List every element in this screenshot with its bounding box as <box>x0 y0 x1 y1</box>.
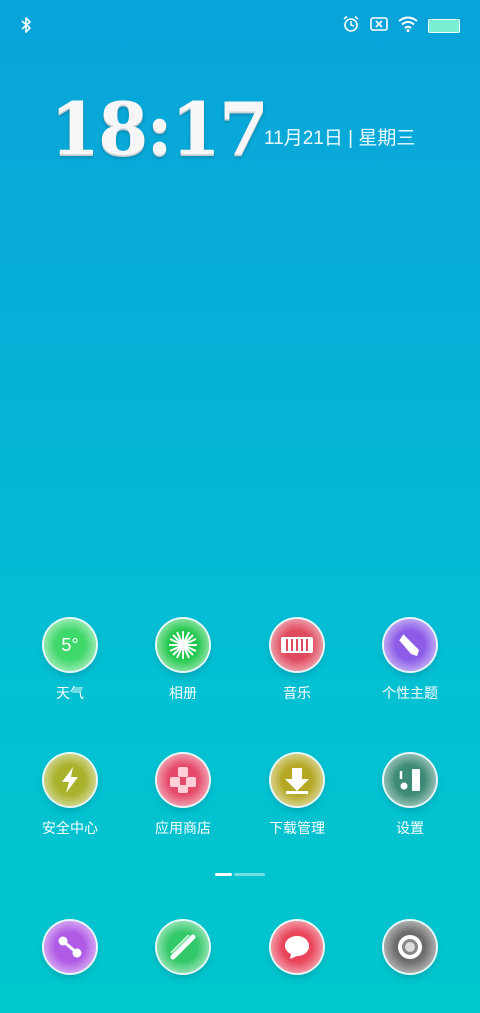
app-security[interactable]: 安全中心 <box>15 754 125 838</box>
clock-time: 18:17 <box>50 86 269 171</box>
settings-icon <box>384 754 436 806</box>
share-icon <box>44 921 96 973</box>
app-weather[interactable]: 5° 天气 <box>15 619 125 703</box>
dock-share[interactable] <box>15 921 125 973</box>
page-dot <box>234 873 265 876</box>
download-icon <box>271 754 323 806</box>
app-label: 安全中心 <box>42 820 98 836</box>
page-dot-active <box>215 873 232 876</box>
bluetooth-icon <box>20 16 32 38</box>
music-icon <box>271 619 323 671</box>
dock-messages[interactable] <box>242 921 352 973</box>
weather-icon: 5° <box>44 619 96 671</box>
dock-browser[interactable] <box>128 921 238 973</box>
app-gallery[interactable]: 相册 <box>128 619 238 703</box>
app-store[interactable]: 应用商店 <box>128 754 238 838</box>
app-label: 天气 <box>56 685 84 701</box>
app-label: 下载管理 <box>269 820 325 836</box>
camera-icon <box>384 921 436 973</box>
clock-date: 11月21日 | 星期三 <box>264 128 416 149</box>
weather-temp: 5° <box>61 634 79 655</box>
app-store-icon <box>157 754 209 806</box>
gallery-icon <box>157 619 209 671</box>
alarm-icon <box>342 15 360 37</box>
app-theme[interactable]: 个性主题 <box>355 619 465 703</box>
clock-widget[interactable]: 18:17 11月21日 | 星期三 <box>50 86 470 176</box>
no-sim-icon <box>370 16 388 36</box>
app-settings[interactable]: 设置 <box>355 754 465 838</box>
security-icon <box>44 754 96 806</box>
browser-icon <box>157 921 209 973</box>
app-download[interactable]: 下载管理 <box>242 754 352 838</box>
message-icon <box>271 921 323 973</box>
status-bar <box>0 0 480 52</box>
app-label: 音乐 <box>283 685 311 701</box>
page-indicator[interactable] <box>215 873 265 877</box>
app-label: 个性主题 <box>382 685 438 701</box>
app-label: 设置 <box>396 820 424 836</box>
theme-icon <box>384 619 436 671</box>
dock-camera[interactable] <box>355 921 465 973</box>
app-label: 应用商店 <box>155 820 211 836</box>
battery-icon <box>428 19 460 33</box>
wifi-icon <box>398 16 418 36</box>
app-music[interactable]: 音乐 <box>242 619 352 703</box>
app-label: 相册 <box>169 685 197 701</box>
